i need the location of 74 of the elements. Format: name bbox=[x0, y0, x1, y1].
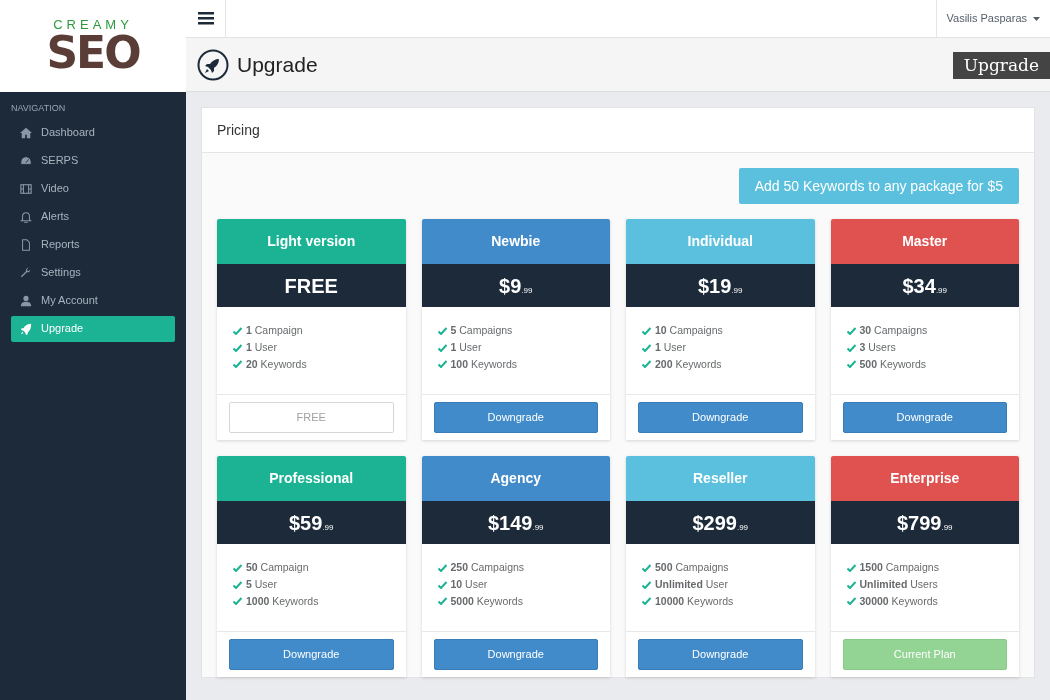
caret-icon bbox=[1033, 16, 1040, 21]
plan-feature: 500 Campaigns bbox=[655, 560, 729, 575]
home-icon bbox=[20, 126, 32, 139]
add-keywords-button[interactable]: Add 50 Keywords to any package for $5 bbox=[738, 168, 1019, 204]
plan-button[interactable]: FREE bbox=[229, 402, 394, 433]
nav-item[interactable]: My Account bbox=[11, 287, 175, 314]
nav-heading: NAVIGATION bbox=[10, 102, 67, 115]
logo: CREAMY SEO bbox=[0, 0, 186, 92]
plan-button[interactable]: Downgrade bbox=[433, 402, 598, 433]
plan-feature: 50 Campaign bbox=[246, 560, 309, 575]
user-menu[interactable]: Vasilis Pasparas bbox=[935, 0, 1050, 38]
plan-feature: 1000 Keywords bbox=[246, 593, 319, 609]
plan-feature: 3 Users bbox=[859, 339, 896, 355]
bell-icon bbox=[20, 210, 32, 223]
plan-button[interactable]: Downgrade bbox=[638, 402, 803, 433]
plan-header: Master bbox=[830, 219, 1019, 264]
price-cents: .99 bbox=[731, 285, 743, 297]
price-cents: .99 bbox=[322, 522, 334, 534]
plan-button[interactable]: Downgrade bbox=[842, 402, 1007, 433]
plan-feature: Unlimited Users bbox=[859, 576, 938, 592]
plan-feature: 1 Campaign bbox=[246, 323, 303, 338]
nav-item[interactable]: Reports bbox=[11, 231, 175, 258]
rocket-icon bbox=[20, 322, 32, 335]
plan-header: Individual bbox=[626, 219, 815, 264]
plan-feature: 250 Campaigns bbox=[450, 560, 525, 575]
plan-feature: 200 Keywords bbox=[655, 356, 722, 372]
nav-item[interactable]: Alerts bbox=[11, 203, 175, 230]
plan-button[interactable]: Downgrade bbox=[229, 639, 394, 670]
price-cents: .99 bbox=[941, 522, 953, 534]
nav-item[interactable]: SERPS bbox=[11, 147, 175, 174]
plan-header: Reseller bbox=[626, 456, 815, 501]
price: $34 bbox=[902, 273, 936, 299]
price-cents: .99 bbox=[521, 285, 533, 297]
nav-item[interactable]: Upgrade bbox=[11, 315, 175, 342]
price-cents: .99 bbox=[532, 522, 544, 534]
price: FREE bbox=[284, 273, 338, 299]
document-icon bbox=[20, 238, 32, 251]
nav-item[interactable]: Dashboard bbox=[11, 119, 175, 146]
plan-feature: 5000 Keywords bbox=[450, 593, 523, 609]
plan-header: Agency bbox=[421, 456, 610, 501]
plan-feature: 1 User bbox=[655, 339, 686, 355]
price-cents: .99 bbox=[935, 285, 947, 297]
plan-feature: 500 Keywords bbox=[859, 356, 927, 372]
film-icon bbox=[20, 182, 32, 195]
user-icon bbox=[20, 294, 32, 307]
price-cents: .99 bbox=[736, 522, 749, 534]
plan-feature: 5 Campaigns bbox=[450, 323, 513, 338]
nav-item[interactable]: Settings bbox=[11, 259, 175, 286]
plan-feature: 5 User bbox=[246, 576, 277, 592]
plan-feature: 30 Campaigns bbox=[859, 323, 928, 338]
plan-header: Newbie bbox=[421, 219, 610, 264]
page-title: Upgrade bbox=[237, 51, 318, 78]
gauge-icon bbox=[20, 154, 32, 167]
page-badge: Upgrade bbox=[952, 51, 1050, 79]
rocket-icon bbox=[197, 48, 229, 81]
plan-feature: Unlimited User bbox=[655, 576, 728, 592]
plan-feature: 1 User bbox=[246, 339, 277, 355]
plan-feature: 10 User bbox=[450, 576, 488, 592]
plan-feature: 1500 Campaigns bbox=[859, 560, 939, 575]
plan-header: Light version bbox=[217, 219, 406, 264]
plan-feature: 10 Campaigns bbox=[655, 323, 723, 338]
plan-feature: 30000 Keywords bbox=[859, 593, 938, 609]
plan-header: Enterprise bbox=[830, 456, 1019, 501]
wrench-icon bbox=[20, 266, 32, 279]
plan-feature: 100 Keywords bbox=[450, 356, 518, 372]
nav-item[interactable]: Video bbox=[11, 175, 175, 202]
plan-feature: 10000 Keywords bbox=[655, 593, 734, 609]
plan-feature: 20 Keywords bbox=[246, 356, 307, 372]
plan-button[interactable]: Downgrade bbox=[638, 639, 803, 670]
plan-header: Professional bbox=[217, 456, 406, 501]
plan-button[interactable]: Downgrade bbox=[433, 639, 598, 670]
panel-title: Pricing bbox=[217, 120, 260, 140]
price: $299 bbox=[692, 510, 737, 536]
plan-feature: 1 User bbox=[450, 339, 482, 355]
